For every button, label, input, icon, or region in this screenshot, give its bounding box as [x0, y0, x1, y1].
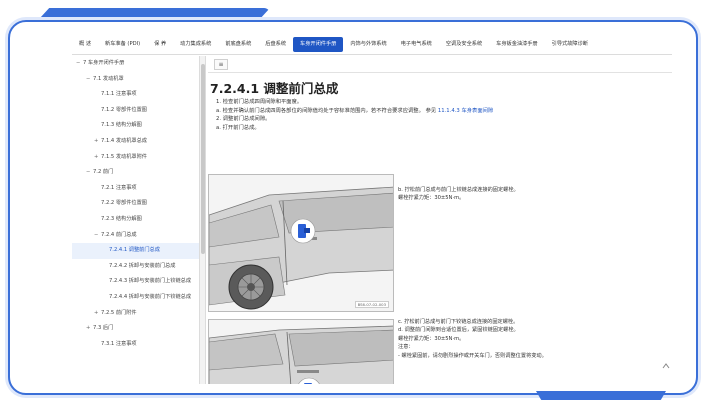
- collapse-icon[interactable]: −: [94, 228, 101, 244]
- scrollbar-thumb[interactable]: [201, 64, 205, 254]
- figure-code: BS6-07-02-003: [354, 301, 389, 308]
- sidebar-tree-item[interactable]: +7.1.4 发动机罩总成: [72, 134, 199, 150]
- page-title: 7.2.4.1 调整前门总成: [210, 81, 339, 96]
- sidebar-tree-item[interactable]: 7.2.2 零部件位置图: [72, 196, 199, 212]
- collapse-icon[interactable]: −: [86, 165, 93, 181]
- sidebar-tree-item[interactable]: 7.1.2 零部件位置图: [72, 103, 199, 119]
- sidebar-tree-item[interactable]: −7.1 发动机罩: [72, 72, 199, 88]
- top-navigation: 概 述新车准备 (PDI) 保 养动力集成系统 前底盘系统 后盘系统 车身开闭件手册 内饰…: [72, 34, 672, 55]
- sidebar-item-label: 7.2.4.3 拆卸与安装前门上铰链总成: [109, 278, 192, 285]
- description-line: d. 调整前门间隙到合适位置后，紧固铰链固定螺栓。: [398, 327, 519, 334]
- procedure-step: 2. 调整前门总成间隙。: [216, 115, 493, 124]
- expand-icon[interactable]: +: [94, 134, 101, 150]
- sidebar-tree-item[interactable]: +7.3 后门: [72, 321, 199, 337]
- menu-icon[interactable]: ≡: [214, 59, 228, 70]
- description-line: - 螺栓紧固前，请勿剧烈操作或开关车门，否则调整位置将变动。: [398, 352, 547, 359]
- vehicle-door-illustration: [209, 175, 393, 311]
- procedure-steps: 1. 检查前门总成四周间隙和平面度。 a. 检查并确认前门总成四周各部位的间隙值均…: [216, 98, 493, 132]
- decorative-top-bar: [40, 8, 270, 18]
- sidebar-item-label: 7.3 后门: [93, 325, 114, 332]
- sidebar-item-label: 7.2.4 前门总成: [101, 231, 137, 238]
- sidebar-item-label: 7 车身开闭件手册: [83, 60, 125, 66]
- sidebar-tree-item[interactable]: +7.2.5 前门附件: [72, 306, 199, 322]
- procedure-step: a. 检查并确认前门总成四周各部位的间隙值均处于容标准范围内，若不符合要求应调整…: [216, 107, 493, 116]
- expand-icon[interactable]: +: [94, 306, 101, 322]
- nav-tab-8[interactable]: 内饰与外饰系统: [343, 37, 393, 52]
- description-line: 螺栓拧紧力矩：30±5N·m。: [398, 335, 465, 342]
- step-text: 2. 调整前门总成间隙。: [216, 116, 271, 123]
- nav-tab-6[interactable]: 后盘系统: [258, 37, 293, 52]
- sidebar-item-label: 7.2.1 注意事项: [101, 184, 137, 191]
- nav-tab-10[interactable]: 空调及安全系统: [439, 37, 489, 52]
- sidebar-item-label: 7.2.4.4 拆卸与安装前门下铰链总成: [109, 293, 192, 300]
- sidebar-item-label: 7.2.4.2 拆卸与安装前门总成: [109, 262, 176, 269]
- sidebar-tree: −7 车身开闭件手册 −7.1 发动机罩 7.1.1 注意事项 7.1.2 零部件位置…: [72, 56, 200, 384]
- nav-tab-5[interactable]: 前底盘系统: [218, 37, 258, 52]
- sidebar-tree-item[interactable]: −7 车身开闭件手册: [72, 56, 199, 72]
- sidebar-item-label: 7.1.2 零部件位置图: [101, 106, 147, 113]
- description-line: 注意：: [398, 344, 414, 351]
- step-text: a. 打开前门总成。: [216, 124, 260, 131]
- nav-tab-9[interactable]: 电子电气系统: [394, 37, 439, 52]
- lower-hinge-description: c. 拧松前门总成与前门下铰链总成连接的固定螺栓。 d. 调整前门间隙到合适位置后…: [398, 318, 547, 360]
- content-divider: [208, 72, 672, 73]
- sidebar-tree-item[interactable]: 7.1.3 结构分解图: [72, 118, 199, 134]
- nav-tab-12[interactable]: 引导式故障诊断: [545, 37, 595, 52]
- description-line: b. 拧松前门总成与前门上铰链总成连接的固定螺栓。: [398, 187, 519, 193]
- sidebar-item-label: 7.2.2 零部件位置图: [101, 200, 147, 207]
- nav-tab-2[interactable]: 新车准备 (PDI): [98, 37, 147, 52]
- manual-app: 概 述新车准备 (PDI) 保 养动力集成系统 前底盘系统 后盘系统 车身开闭件手册 内饰…: [72, 34, 672, 384]
- sidebar-item-label: 7.1 发动机罩: [93, 75, 124, 82]
- description-line: c. 拧松前门总成与前门下铰链总成连接的固定螺栓。: [398, 319, 519, 325]
- sidebar-item-label: 7.3.1 注意事项: [101, 340, 137, 347]
- nav-tab-3[interactable]: 保 养: [147, 37, 173, 52]
- sidebar-tree-item[interactable]: 7.2.4.1 调整前门总成: [72, 243, 199, 259]
- sidebar-item-label: 7.2.3 结构分解图: [101, 215, 142, 222]
- nav-tab-4[interactable]: 动力集成系统: [173, 37, 218, 52]
- reference-link[interactable]: 11.1.4.3 车身表面间隙: [438, 108, 493, 114]
- figure-upper-hinge: BS6-07-02-003: [208, 174, 394, 312]
- sidebar-item-label: 7.1.5 发动机罩附件: [101, 153, 147, 160]
- description-line: 螺栓拧紧力矩：30±5N·m。: [398, 195, 465, 202]
- sidebar-tree-item[interactable]: 7.2.4.3 拆卸与安装前门上铰链总成: [72, 274, 199, 290]
- decorative-bottom-bar: [536, 391, 666, 400]
- sidebar-tree-item[interactable]: 7.3.1 注意事项: [72, 337, 199, 353]
- sidebar-item-label: 7.1.1 注意事项: [101, 91, 137, 98]
- figure-lower-hinge: [208, 319, 394, 384]
- step-text: 1. 检查前门总成四周间隙和平面度。: [216, 99, 303, 105]
- expand-icon[interactable]: +: [94, 150, 101, 166]
- collapse-icon[interactable]: −: [76, 56, 83, 72]
- nav-tab-11[interactable]: 车身钣金油漆手册: [489, 37, 545, 52]
- collapse-icon[interactable]: −: [86, 72, 93, 88]
- content-panel: ≡ 7.2.4.1 调整前门总成 1. 检查前门总成四周间隙和平面度。 a. 检查…: [208, 56, 672, 384]
- sidebar-tree-item[interactable]: +7.1.5 发动机罩附件: [72, 150, 199, 166]
- nav-tab-7[interactable]: 车身开闭件手册: [293, 36, 344, 52]
- sidebar-item-label: 7.1.3 结构分解图: [101, 122, 142, 129]
- sidebar-tree-item[interactable]: 7.2.4.2 拆卸与安装前门总成: [72, 259, 199, 275]
- procedure-step: 1. 检查前门总成四周间隙和平面度。: [216, 98, 493, 107]
- sidebar-tree-item[interactable]: 7.2.3 结构分解图: [72, 212, 199, 228]
- sidebar-item-label: 7.1.4 发动机罩总成: [101, 137, 147, 144]
- sidebar-tree-item[interactable]: 7.1.1 注意事项: [72, 87, 199, 103]
- vehicle-door-illustration: [209, 320, 393, 384]
- sidebar-tree-item[interactable]: −7.2 前门: [72, 165, 199, 181]
- sidebar-tree-item[interactable]: −7.2.4 前门总成: [72, 228, 199, 244]
- nav-tab-1[interactable]: 概 述: [72, 37, 98, 52]
- sidebar-tree-item[interactable]: 7.2.1 注意事项: [72, 181, 199, 197]
- sidebar-tree-item[interactable]: 7.2.4.4 拆卸与安装前门下铰链总成: [72, 290, 199, 306]
- sidebar-item-label: 7.2.4.1 调整前门总成: [109, 247, 160, 254]
- sidebar-scrollbar[interactable]: [200, 56, 206, 384]
- upper-hinge-description: b. 拧松前门总成与前门上铰链总成连接的固定螺栓。 螺栓拧紧力矩：30±5N·m。: [398, 186, 519, 203]
- chevron-up-icon[interactable]: [662, 362, 670, 370]
- step-text: a. 检查并确认前门总成四周各部位的间隙值均处于容标准范围内，若不符合要求应调整…: [216, 107, 438, 114]
- expand-icon[interactable]: +: [86, 321, 93, 337]
- sidebar-item-label: 7.2 前门: [93, 169, 114, 176]
- sidebar-item-label: 7.2.5 前门附件: [101, 309, 137, 316]
- procedure-step: a. 打开前门总成。: [216, 124, 493, 133]
